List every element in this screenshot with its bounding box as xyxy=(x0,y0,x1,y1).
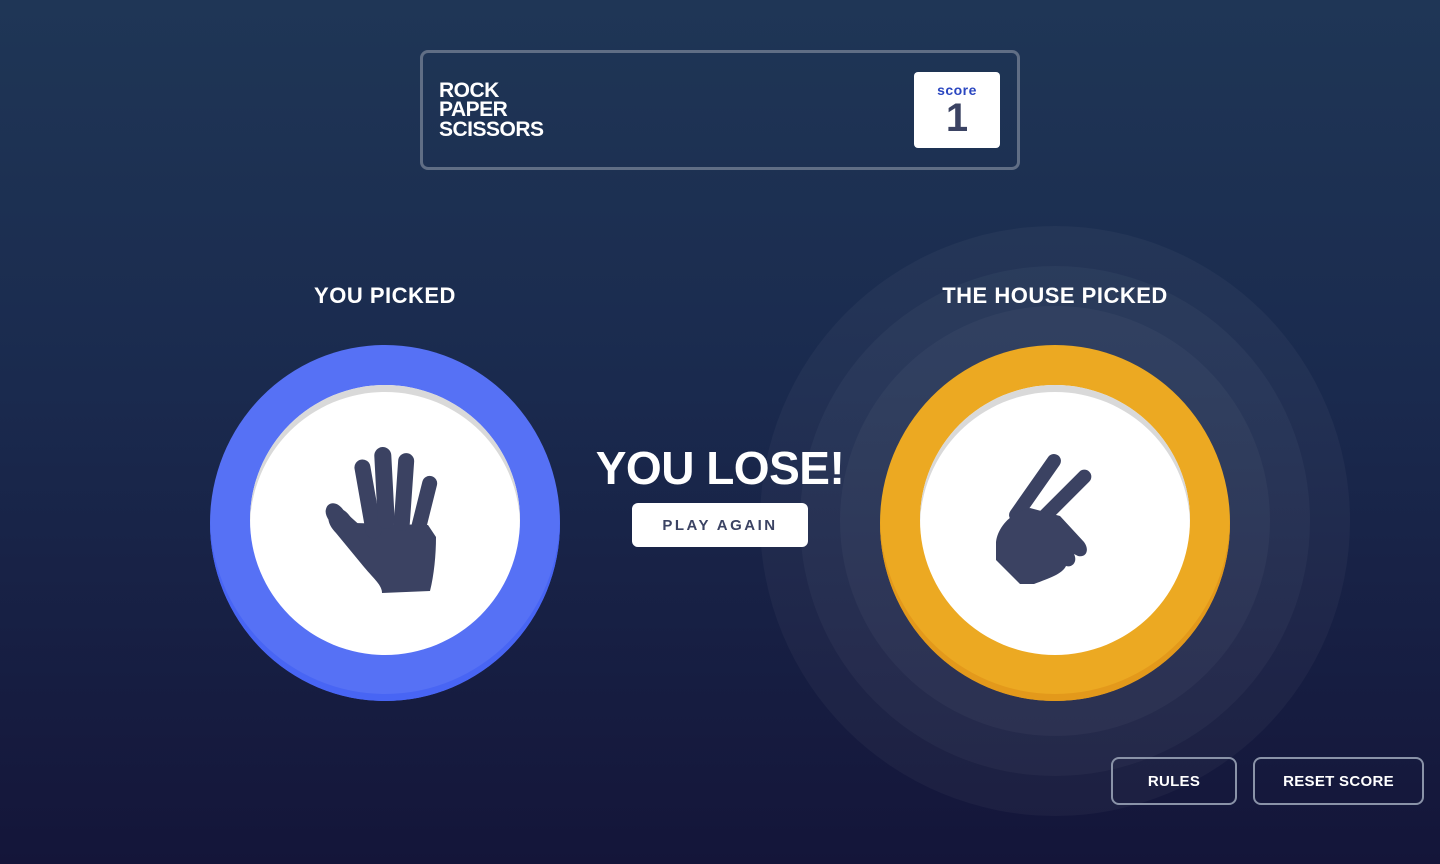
player-token-face xyxy=(250,385,520,655)
scissors-hand-icon xyxy=(996,453,1092,584)
title-line-paper: PAPER xyxy=(439,98,508,122)
game-title: ROCK PAPER SCISSORS xyxy=(439,80,544,141)
result-text: YOU LOSE! xyxy=(595,442,845,494)
paper-hand-icon xyxy=(325,447,438,593)
rules-button[interactable]: RULES xyxy=(1111,757,1237,805)
scoreboard-header: ROCK PAPER SCISSORS score 1 xyxy=(420,50,1020,170)
player-choice-token xyxy=(210,345,560,701)
score-value: 1 xyxy=(945,96,969,140)
title-line-scissors: SCISSORS xyxy=(439,117,544,141)
play-again-button[interactable]: PLAY AGAIN xyxy=(632,503,808,547)
score-box: score 1 xyxy=(914,72,1000,148)
you-picked-label: YOU PICKED xyxy=(314,283,456,308)
house-token-face xyxy=(920,385,1190,655)
result-panel: YOU LOSE! PLAY AGAIN xyxy=(560,440,880,547)
house-choice-token xyxy=(880,345,1230,701)
reset-score-button[interactable]: RESET SCORE xyxy=(1253,757,1424,805)
